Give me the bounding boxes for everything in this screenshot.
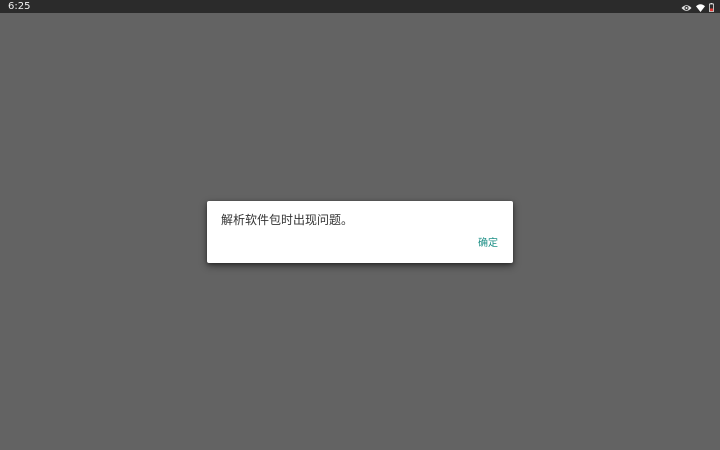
battery-icon	[709, 0, 714, 16]
eye-icon	[681, 0, 692, 16]
status-time: 6:25	[8, 1, 31, 12]
dialog-message: 解析软件包时出现问题。	[221, 213, 354, 227]
error-dialog: 解析软件包时出现问题。 确定	[207, 201, 513, 263]
ok-button[interactable]: 确定	[473, 236, 503, 252]
status-bar: 6:25	[0, 0, 720, 13]
wifi-icon	[696, 0, 705, 16]
status-icons	[681, 1, 714, 12]
screen: 6:25 解析软件包时出现问题。 确定	[0, 0, 720, 450]
